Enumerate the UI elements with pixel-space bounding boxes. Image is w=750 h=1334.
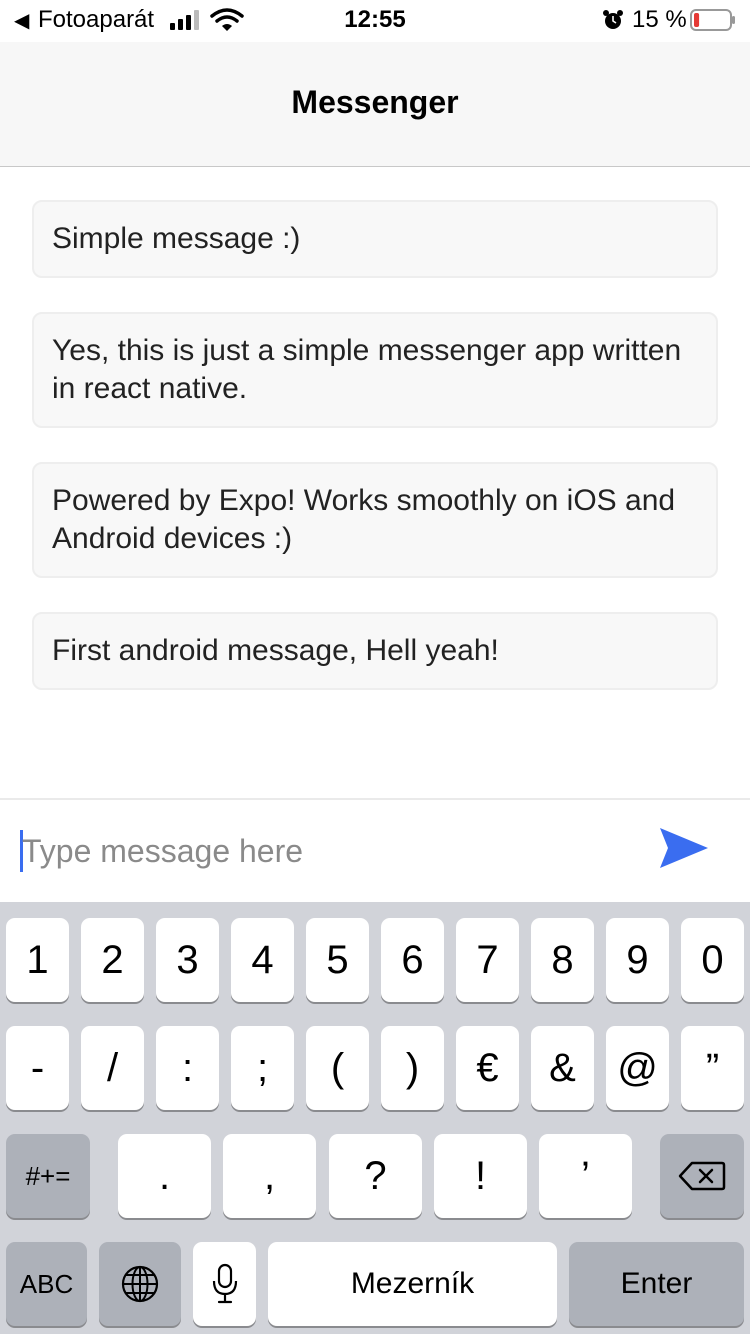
keyboard: 1 2 3 4 5 6 7 8 9 0 - / : ; ( ) € & @ ” … [0, 902, 750, 1334]
message-input[interactable] [22, 824, 622, 878]
key-6[interactable]: 6 [381, 918, 444, 1002]
battery-icon [690, 9, 735, 31]
microphone-key[interactable] [193, 1242, 256, 1326]
key-at[interactable]: @ [606, 1026, 669, 1110]
send-arrow-icon[interactable] [656, 824, 712, 872]
key-7[interactable]: 7 [456, 918, 519, 1002]
page-title: Messenger [291, 84, 459, 120]
key-slash[interactable]: / [81, 1026, 144, 1110]
message-bubble: First android message, Hell yeah! [32, 612, 718, 690]
key-hyphen[interactable]: - [6, 1026, 69, 1110]
key-paren-open[interactable]: ( [306, 1026, 369, 1110]
key-5[interactable]: 5 [306, 918, 369, 1002]
message-composer [0, 798, 750, 902]
backspace-key[interactable] [660, 1134, 744, 1218]
key-period[interactable]: . [118, 1134, 211, 1218]
microphone-icon [212, 1263, 237, 1304]
key-exclamation[interactable]: ! [434, 1134, 527, 1218]
battery-percent: 15 % [632, 6, 687, 33]
key-1[interactable]: 1 [6, 918, 69, 1002]
key-paren-close[interactable]: ) [381, 1026, 444, 1110]
key-euro[interactable]: € [456, 1026, 519, 1110]
nav-header: Messenger [0, 42, 750, 167]
key-comma[interactable]: , [223, 1134, 316, 1218]
key-colon[interactable]: : [156, 1026, 219, 1110]
key-8[interactable]: 8 [531, 918, 594, 1002]
alarm-icon [603, 10, 623, 29]
message-bubble: Powered by Expo! Works smoothly on iOS a… [32, 462, 718, 578]
message-bubble: Simple message :) [32, 200, 718, 278]
key-3[interactable]: 3 [156, 918, 219, 1002]
key-4[interactable]: 4 [231, 918, 294, 1002]
space-key[interactable]: Mezerník [268, 1242, 557, 1326]
key-ampersand[interactable]: & [531, 1026, 594, 1110]
key-abc[interactable]: ABC [6, 1242, 87, 1326]
key-quote[interactable]: ” [681, 1026, 744, 1110]
message-list: Simple message :) Yes, this is just a si… [32, 200, 718, 724]
key-symbols-toggle[interactable]: #+= [6, 1134, 90, 1218]
backspace-icon [678, 1161, 726, 1191]
key-9[interactable]: 9 [606, 918, 669, 1002]
globe-key[interactable] [99, 1242, 181, 1326]
message-bubble: Yes, this is just a simple messenger app… [32, 312, 718, 428]
globe-icon [121, 1265, 159, 1303]
key-0[interactable]: 0 [681, 918, 744, 1002]
status-bar: ◀ Fotoaparát 12:55 15 % [0, 0, 750, 42]
key-apostrophe[interactable]: ’ [539, 1134, 632, 1218]
key-semicolon[interactable]: ; [231, 1026, 294, 1110]
key-question[interactable]: ? [329, 1134, 422, 1218]
key-2[interactable]: 2 [81, 918, 144, 1002]
enter-key[interactable]: Enter [569, 1242, 744, 1326]
